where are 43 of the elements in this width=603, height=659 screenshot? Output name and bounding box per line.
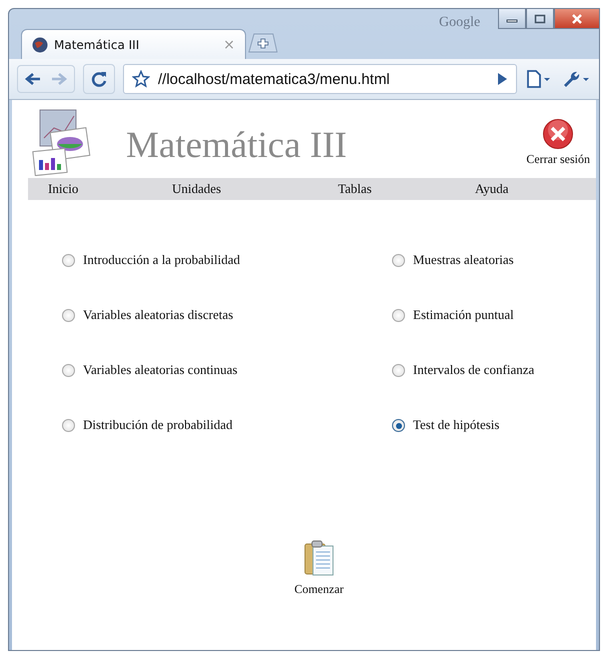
close-button[interactable] — [554, 8, 600, 29]
radio-button[interactable] — [392, 309, 405, 322]
address-bar[interactable]: //localhost/matematica3/menu.html — [123, 64, 517, 94]
new-tab-button[interactable] — [248, 33, 278, 53]
option-label: Variables aleatorias discretas — [83, 307, 234, 323]
radio-button[interactable] — [392, 254, 405, 267]
option-label: Intervalos de confianza — [413, 362, 534, 378]
menu-item[interactable]: Unidades — [172, 181, 338, 197]
page-menu-icon[interactable] — [525, 70, 553, 88]
radio-button[interactable] — [392, 364, 405, 377]
option-label: Distribución de probabilidad — [83, 417, 232, 433]
page-title: Matemática III — [126, 124, 348, 166]
close-icon[interactable] — [542, 118, 574, 150]
option-label: Muestras aleatorias — [413, 252, 514, 268]
close-icon — [571, 14, 583, 24]
option-label: Estimación puntual — [413, 307, 514, 323]
reload-icon[interactable] — [90, 70, 108, 88]
logout-link[interactable]: Cerrar sesión — [526, 152, 590, 166]
option-label: Variables aleatorias continuas — [83, 362, 238, 378]
maximize-button[interactable] — [526, 8, 554, 29]
url-text: //localhost/matematica3/menu.html — [158, 70, 391, 88]
star-icon[interactable] — [132, 70, 150, 88]
minimize-button[interactable] — [498, 8, 526, 29]
charts-logo-icon — [32, 108, 92, 176]
menu-item[interactable]: Tablas — [338, 181, 475, 197]
menu-item[interactable]: Inicio — [48, 181, 172, 197]
globe-icon — [32, 36, 48, 52]
tab-title: Matemática III — [54, 38, 140, 52]
browser-tab[interactable]: Matemática III × — [21, 29, 246, 59]
maximize-icon — [534, 14, 546, 24]
play-icon[interactable] — [496, 72, 508, 86]
radio-button[interactable] — [62, 309, 75, 322]
clipboard-icon[interactable] — [304, 540, 334, 576]
radio-button[interactable] — [62, 254, 75, 267]
radio-button[interactable] — [62, 419, 75, 432]
radio-button[interactable] — [62, 364, 75, 377]
radio-button[interactable] — [392, 419, 405, 432]
menu-item[interactable]: Ayuda — [475, 181, 603, 197]
brand-label: Google — [439, 15, 480, 31]
start-label[interactable]: Comenzar — [294, 582, 344, 597]
option-label: Test de hipótesis — [413, 417, 500, 433]
back-icon[interactable] — [24, 71, 42, 87]
option-label: Introducción a la probabilidad — [83, 252, 240, 268]
